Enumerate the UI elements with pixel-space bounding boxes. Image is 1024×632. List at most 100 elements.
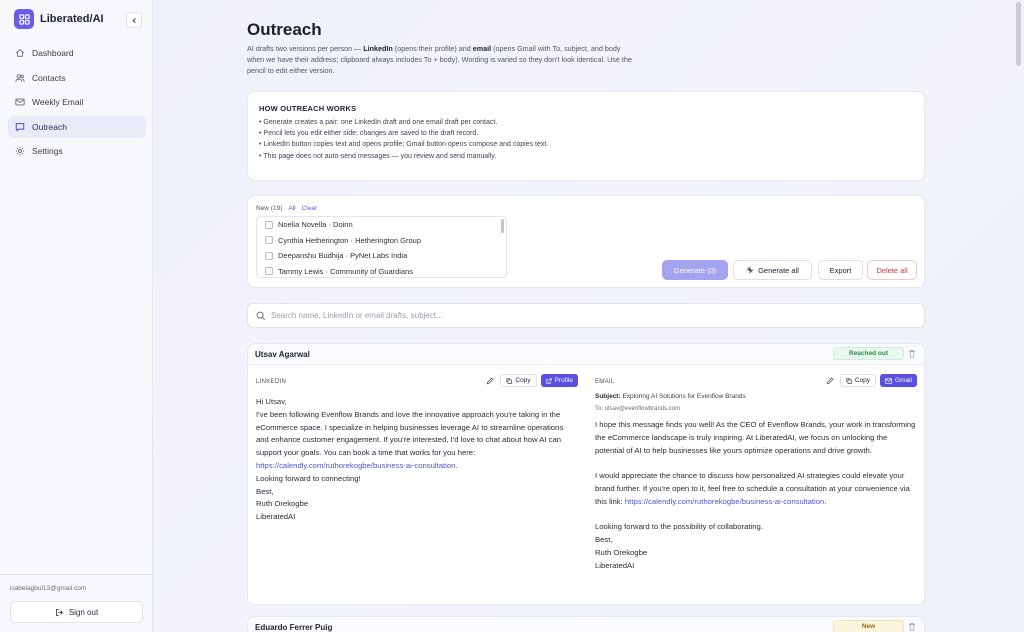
calendly-link[interactable]: https://calendly.com/ruthorekogbe/busine… (256, 461, 455, 470)
contact-checkbox-row[interactable]: Cynthia Hetherington · Hetherington Grou… (257, 233, 506, 249)
how-it-works-card: HOW OUTREACH WORKS • Generate creates a … (247, 91, 925, 181)
contact-checklist[interactable]: Noelia Novella · Doinn Cynthia Hethering… (256, 216, 507, 278)
trash-icon[interactable] (908, 349, 916, 360)
email-to: To: utsav@evenflowbrands.com (595, 406, 681, 412)
sidebar-item-label: Dashboard (32, 48, 74, 58)
contact-label: Deepanshu Budhija · PyNet Labs India (278, 251, 408, 261)
page-scrollbar[interactable] (1016, 2, 1021, 66)
sidebar-nav: Dashboard Contacts Weekly Email Outreach… (8, 42, 146, 165)
brand[interactable]: Liberated/AI (14, 9, 104, 29)
draft-card-header: Utsav Agarwal Reached out (248, 344, 924, 365)
email-actions: Copy Gmail (826, 374, 917, 387)
body-greeting: Hi Utsav, (256, 397, 287, 406)
search-input[interactable] (271, 311, 871, 320)
filter-clear[interactable]: Clear (302, 205, 318, 212)
contact-selector-card: New (19) All Clear Noelia Novella · Doin… (247, 195, 925, 288)
linkedin-actions: Copy Profile (486, 374, 578, 387)
copy-icon (506, 377, 513, 384)
copy-button[interactable]: Copy (839, 374, 877, 387)
sidebar-item-label: Weekly Email (32, 97, 84, 108)
profile-button[interactable]: Profile (540, 374, 578, 387)
how-it-works-list: • Generate creates a pair: one LinkedIn … (259, 117, 913, 162)
sidebar-item-weekly-email[interactable]: Weekly Email (8, 91, 146, 113)
page-title: Outreach (247, 20, 322, 39)
sidebar-item-dashboard[interactable]: Dashboard (8, 42, 146, 64)
sidebar-item-settings[interactable]: Settings (8, 140, 146, 162)
sidebar-footer: isabelagbul13@gmail.com Sign out (0, 574, 153, 623)
generate-button[interactable]: Generate (0) (662, 260, 728, 280)
mail-icon (885, 377, 892, 384)
how-item: • LinkedIn button copies text and opens … (259, 141, 549, 149)
sign-out-button[interactable]: Sign out (10, 601, 143, 623)
contact-checkbox-row[interactable]: Deepanshu Budhija · PyNet Labs India (257, 248, 506, 264)
export-button[interactable]: Export (818, 260, 863, 280)
collapse-sidebar-button[interactable] (126, 12, 142, 28)
search-icon (256, 311, 266, 320)
checkbox[interactable] (265, 267, 273, 276)
sidebar-item-label: Settings (32, 146, 63, 157)
contact-label: Cynthia Hetherington · Hetherington Grou… (278, 235, 421, 245)
logout-icon (55, 608, 63, 616)
how-item: • Pencil lets you edit either side; chan… (259, 130, 479, 138)
pencil-icon[interactable] (486, 377, 494, 385)
desc-text: AI drafts two versions per person — (247, 44, 364, 53)
external-link-icon (545, 377, 552, 384)
generate-all-label: Generate all (758, 265, 799, 275)
filter-tabs: New (19) All Clear (256, 205, 317, 212)
gear-icon (14, 145, 26, 157)
checkbox[interactable] (265, 220, 273, 229)
user-email: isabelagbul13@gmail.com (10, 585, 87, 592)
brand-name: Liberated/AI (40, 13, 104, 25)
page-description: AI drafts two versions per person — Link… (247, 44, 632, 76)
how-it-works-title: HOW OUTREACH WORKS (259, 104, 357, 113)
sidebar-item-outreach[interactable]: Outreach (8, 115, 146, 138)
draft-card: Utsav Agarwal Reached out LINKEDIN Copy … (247, 343, 925, 605)
email-body-text: I hope this message finds you well! As t… (595, 420, 916, 506)
desc-text: (opens their profile) and (392, 44, 473, 53)
email-subject: Subject: Exploring AI Solutions for Even… (595, 393, 746, 400)
status-badge[interactable]: Reached out (833, 347, 904, 360)
calendly-link[interactable]: https://calendly.com/ruthorekogbe/busine… (625, 497, 824, 506)
draft-card: Eduardo Ferrer Puig New (247, 616, 925, 632)
filter-new[interactable]: New (19) (256, 205, 282, 212)
sparkle-icon (746, 266, 754, 274)
pencil-icon[interactable] (826, 377, 834, 385)
how-item: • This page does not auto-send messages … (259, 152, 497, 160)
gmail-button[interactable]: Gmail (880, 374, 917, 387)
home-icon (14, 47, 26, 59)
generate-all-button[interactable]: Generate all (733, 260, 812, 280)
contact-label: Noelia Novella · Doinn (278, 220, 353, 230)
copy-button[interactable]: Copy (500, 374, 537, 387)
linkedin-label: LINKEDIN (256, 379, 287, 385)
body-closing: . Looking forward to connecting! Best, R… (256, 460, 458, 522)
checkbox[interactable] (265, 236, 273, 245)
contact-checkbox-row[interactable]: Noelia Novella · Doinn (257, 217, 506, 233)
grid-logo-icon (14, 9, 34, 29)
sidebar-item-label: Outreach (32, 121, 67, 132)
checkbox[interactable] (265, 251, 273, 260)
contact-name: Eduardo Ferrer Puig (255, 622, 333, 632)
chevron-left-icon (131, 17, 136, 23)
filter-all[interactable]: All (288, 205, 295, 212)
email-body[interactable]: I hope this message finds you well! As t… (595, 419, 917, 573)
linkedin-body[interactable]: Hi Utsav, I've been following Evenflow B… (256, 396, 578, 524)
trash-icon[interactable] (908, 622, 916, 632)
subject-text: Exploring AI Solutions for Evenflow Bran… (622, 393, 746, 400)
how-item: • Generate creates a pair: one LinkedIn … (259, 119, 498, 126)
gmail-label: Gmail (895, 377, 912, 384)
contact-checkbox-row[interactable]: Tammy Lewis · Community of Guardians (257, 264, 506, 278)
sidebar-item-label: Contacts (32, 72, 66, 83)
subject-label: Subject: (595, 393, 621, 400)
draft-card-header: Eduardo Ferrer Puig New (248, 617, 924, 632)
search-bar[interactable] (247, 303, 925, 328)
desc-email: email (472, 44, 492, 53)
sidebar-item-contacts[interactable]: Contacts (8, 67, 146, 89)
copy-label: Copy (854, 377, 871, 384)
mail-icon (14, 96, 26, 108)
delete-all-button[interactable]: Delete all (867, 260, 917, 280)
status-badge[interactable]: New (833, 620, 904, 632)
copy-icon (846, 377, 852, 384)
desc-linkedin: LinkedIn (363, 44, 393, 53)
contact-list-scrollbar[interactable] (501, 219, 504, 233)
sign-out-label: Sign out (68, 607, 99, 617)
